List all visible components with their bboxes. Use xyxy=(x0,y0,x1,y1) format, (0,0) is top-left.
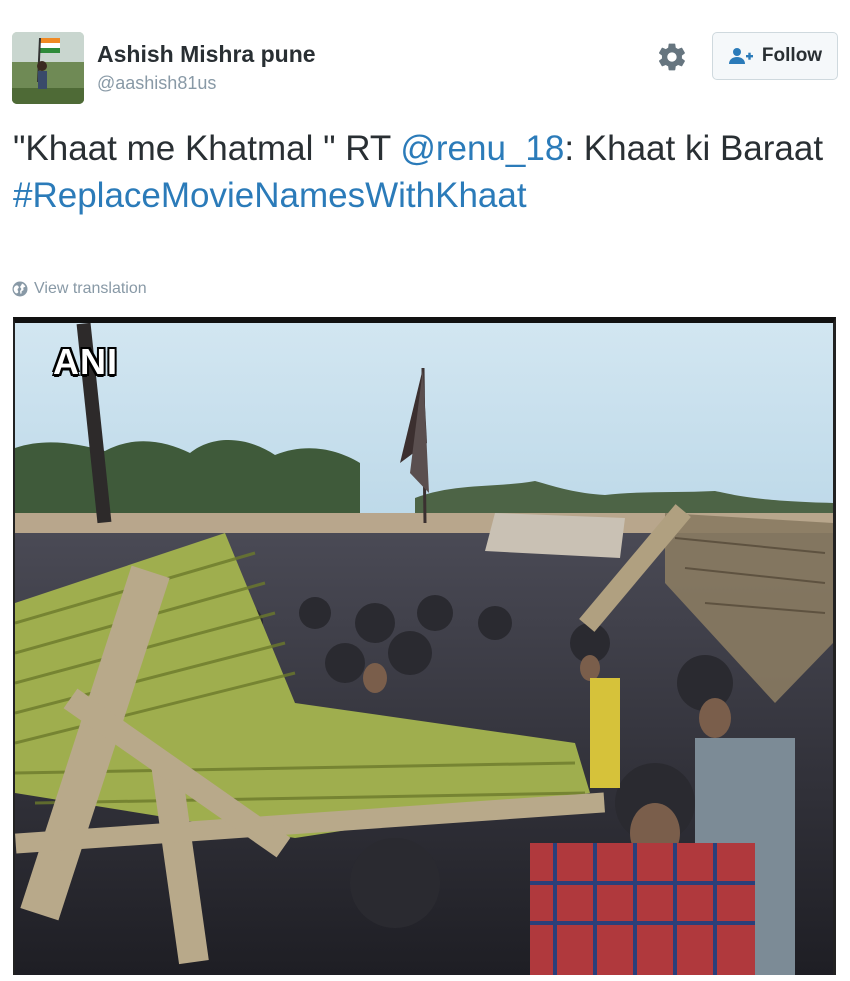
avatar-image xyxy=(12,32,84,104)
gear-icon[interactable] xyxy=(656,41,688,73)
tweet-text: "Khaat me Khatmal " RT @renu_18: Khaat k… xyxy=(13,125,833,219)
follow-button[interactable]: Follow xyxy=(712,32,838,80)
avatar[interactable] xyxy=(12,32,84,104)
view-translation-link[interactable]: View translation xyxy=(12,280,147,298)
author-handle[interactable]: @aashish81us xyxy=(97,70,316,96)
follow-label: Follow xyxy=(761,45,823,66)
author-name[interactable]: Ashish Mishra pune xyxy=(97,40,316,68)
tweet-text-part1: "Khaat me Khatmal " RT xyxy=(13,129,401,168)
tweet-photo[interactable]: ANI xyxy=(13,317,836,975)
globe-icon xyxy=(12,281,28,297)
hashtag-link[interactable]: #ReplaceMovieNamesWithKhaat xyxy=(13,176,527,215)
mention-link[interactable]: @renu_18 xyxy=(400,129,564,168)
tweet-text-part2: : Khaat ki Baraat xyxy=(564,129,824,168)
add-user-icon xyxy=(728,48,753,64)
view-translation-label: View translation xyxy=(34,280,147,297)
author-info: Ashish Mishra pune @aashish81us xyxy=(97,40,316,96)
photo-scene xyxy=(15,323,833,975)
ani-watermark: ANI xyxy=(53,341,118,382)
